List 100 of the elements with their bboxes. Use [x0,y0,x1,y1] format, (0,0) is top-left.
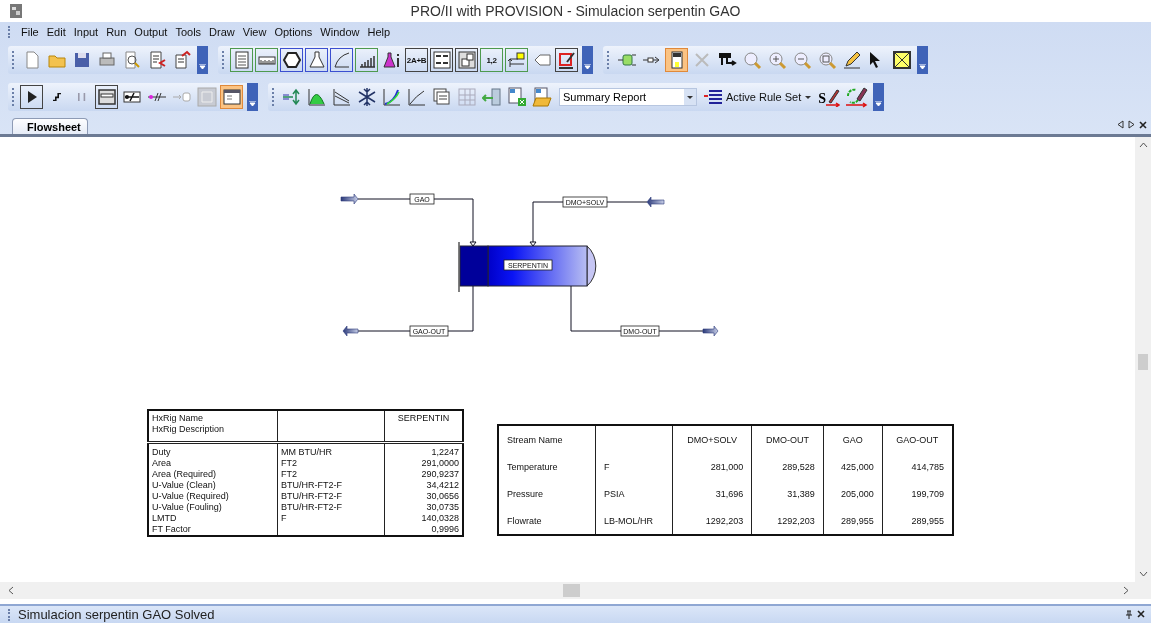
value-text: 34,4212 [426,480,459,490]
frame-pen-icon [556,50,577,70]
matrix-boxes-icon [456,50,477,70]
declining-lines-icon [331,87,352,107]
toolbar-button[interactable] [890,48,913,72]
scrollbar-thumb[interactable] [1138,354,1148,370]
scroll-down-icon[interactable] [1138,571,1148,577]
scroll-right-icon[interactable] [1128,120,1135,129]
caret-icon [804,93,813,101]
overflow-icon[interactable] [919,64,926,70]
report-dropdown[interactable]: Summary Report [559,88,697,106]
zoom-icon [741,50,762,70]
value-text: 30,0656 [426,491,459,501]
toolbar-button[interactable] [20,85,43,109]
horizontal-scrollbar[interactable] [0,582,1151,599]
toolbar-button[interactable] [280,48,303,72]
value-text: 414,785 [911,461,944,472]
flowsheet-tab[interactable]: Flowsheet [12,118,88,134]
value-text: 31,389 [787,488,815,499]
framed-cross-icon [891,50,912,70]
window-icon [96,87,117,107]
column-header: DMO+SOLV [687,434,737,445]
unit-text: BTU/HR-FT2-F [281,491,342,501]
flask-icon [306,50,327,70]
report-folder-icon [531,87,552,107]
toolbar-button[interactable] [220,85,243,109]
unit-text: FT2 [281,469,297,479]
pin-icon[interactable] [1125,610,1133,619]
value-text: 290,9237 [421,469,459,479]
rule-list-icon[interactable] [702,87,724,107]
header-label: HxRig Description [152,424,226,435]
value-text: 1292,203 [705,515,744,526]
value-text: 31,696 [715,488,744,499]
hexagon-icon [281,50,302,70]
column-header: DMO-OUT [766,434,809,445]
close-icon[interactable] [1137,610,1145,618]
scrollbar-thumb[interactable] [563,584,580,597]
menu-item[interactable]: Draw [206,26,240,38]
close-icon[interactable] [1139,120,1147,129]
report-spreadsheet-icon [506,87,527,107]
menu-item[interactable]: Options [271,26,318,38]
pen-icon [826,87,840,107]
value-text: 425,000 [841,461,874,472]
toolbar-button[interactable] [455,48,478,72]
menu-item[interactable]: Help [364,26,396,38]
row-label: U-Value (Fouling) [152,502,222,512]
toolbar-button[interactable]: 1,2 [480,48,503,72]
scroll-up-icon[interactable] [1138,142,1148,148]
menu-item[interactable]: View [239,26,272,38]
unit-text: BTU/HR-FT2-F [281,480,342,490]
vertical-scrollbar[interactable] [1135,137,1151,582]
overflow-icon[interactable] [875,101,882,107]
window-title: PRO/II with PROVISION - Simulacion serpentin GAO [409,3,742,19]
stream-line[interactable] [340,193,477,247]
row-label: Flowrate [507,515,542,526]
row-label: U-Value (Required) [152,491,229,501]
toolbar-button[interactable] [95,85,118,109]
column-header: GAO-OUT [896,434,939,445]
menu-item[interactable]: Window [317,26,365,38]
snowflake-icon [356,87,377,107]
unit-text: FT2 [281,458,297,468]
double-curve-icon [381,87,402,107]
overflow-icon[interactable] [199,64,206,70]
unit-text: F [281,513,287,523]
toolbar-button[interactable] [665,48,688,72]
disabled-grid-icon [196,87,217,107]
toolbar-button[interactable] [305,48,328,72]
value-text: 1292,203 [777,515,815,526]
toolbar-button[interactable] [430,48,453,72]
toolbar-button[interactable] [555,48,578,72]
value-text: 205,000 [841,488,874,499]
curve-icon [331,50,352,70]
menu-item[interactable]: Input [70,26,104,38]
header-label: HxRig Name [152,413,204,424]
value-text: 1,2247 [431,447,459,457]
overflow-icon[interactable] [584,64,591,70]
line-curve-icon [406,87,427,107]
menu-item[interactable]: Run [103,26,132,38]
overflow-icon[interactable] [249,101,256,107]
unit-text: F [604,461,610,472]
scroll-left-icon[interactable] [1117,120,1124,129]
menu-item[interactable]: File [18,26,44,38]
scroll-left-icon[interactable] [8,586,14,595]
matrix-grid-icon [431,50,452,70]
menu-item[interactable]: Output [131,26,173,38]
recycle-pen-icon[interactable] [845,86,869,108]
rule-set-button[interactable]: Active Rule Set [726,91,813,103]
row-label: Stream Name [507,434,563,445]
disabled-table-icon [456,87,477,107]
row-label: Pressure [507,488,543,499]
row-label: Area (Required) [152,469,217,479]
document-window-icon [221,87,242,107]
spec-button[interactable]: S [818,87,840,107]
exchanger-drawing[interactable] [458,241,597,293]
menu-item[interactable]: Tools [172,26,207,38]
value-text: 30,0735 [426,502,459,512]
row-label: LMTD [152,513,177,523]
scroll-right-icon[interactable] [1123,586,1129,595]
menu-item[interactable]: Edit [43,26,71,38]
toolbar-button[interactable]: 2A+B [405,48,428,72]
